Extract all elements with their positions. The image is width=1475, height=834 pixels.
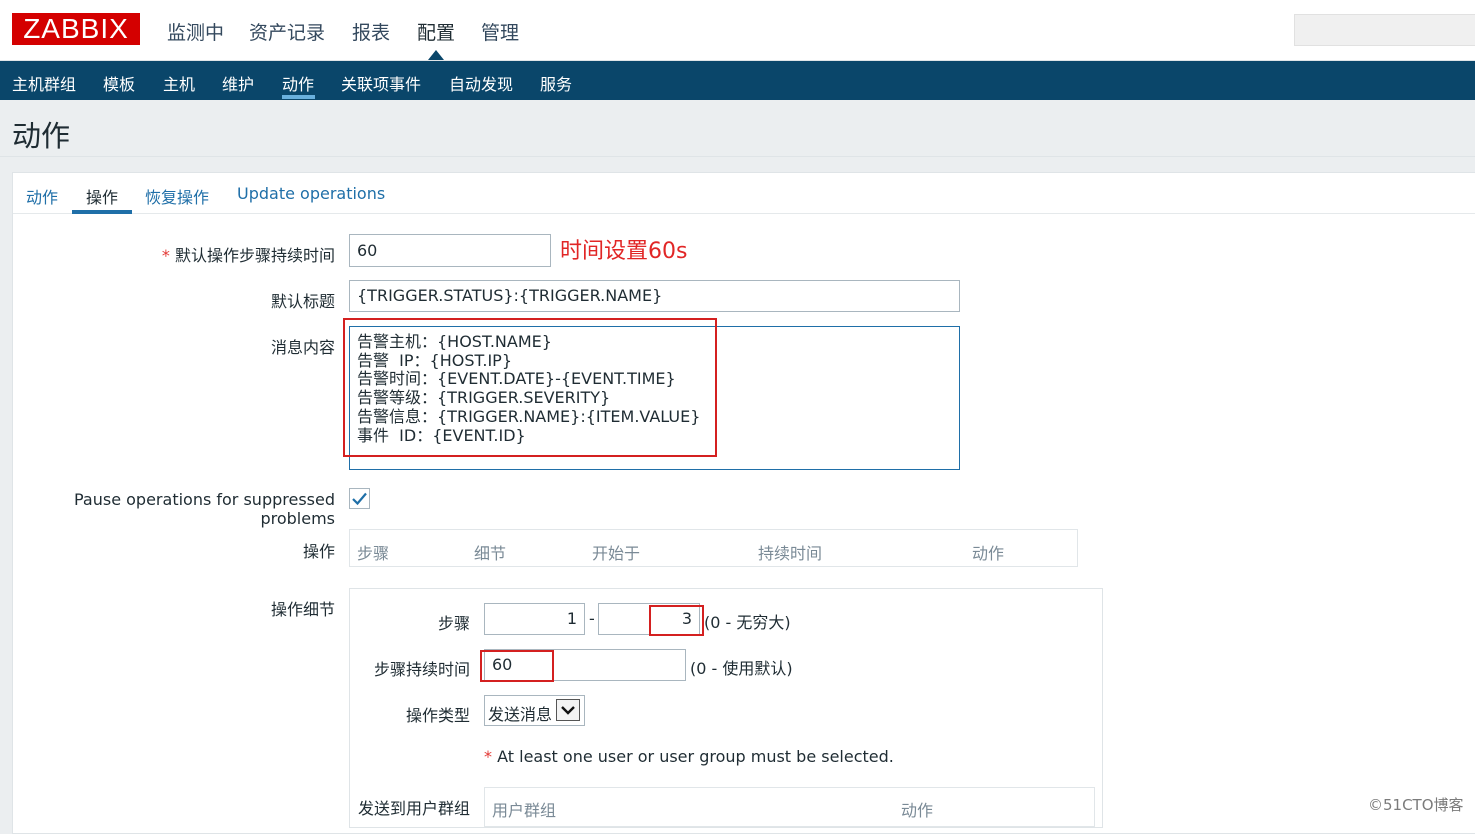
steps-hint: (0 - 无穷大): [704, 613, 791, 632]
operations-label: 操作: [302, 542, 335, 561]
check-icon: [352, 492, 367, 506]
warning-text: At least one user or user group must be …: [497, 747, 894, 766]
step-duration-label-text: 默认操作步骤持续时间: [174, 246, 335, 265]
steps-from-input[interactable]: 1: [484, 603, 585, 635]
pause-checkbox[interactable]: [349, 488, 370, 509]
page-title: 动作: [12, 119, 71, 153]
steps-label: 步骤: [437, 614, 470, 633]
column-header: 动作: [901, 801, 934, 820]
step-duration-input[interactable]: 60: [349, 234, 551, 267]
highlight-box: [480, 650, 554, 682]
send-to-groups-label: 发送到用户群组: [357, 799, 470, 818]
subnav-templates[interactable]: 模板: [103, 71, 135, 95]
required-mark: *: [161, 246, 170, 265]
nav-inventory[interactable]: 资产记录: [249, 18, 325, 45]
pause-label: Pause operations for suppressed problems: [74, 490, 335, 528]
usergroup-table: [484, 787, 1095, 827]
tab-active-underline: [72, 210, 132, 214]
subnav-discovery[interactable]: 自动发现: [449, 71, 513, 95]
dropdown-button[interactable]: [556, 699, 580, 721]
search-input[interactable]: [1294, 14, 1475, 46]
subject-input[interactable]: {TRIGGER.STATUS}:{TRIGGER.NAME}: [349, 280, 960, 312]
column-header: 细节: [474, 544, 507, 563]
step-duration2-hint: (0 - 使用默认): [690, 659, 793, 678]
watermark: ©51CTO博客: [1368, 796, 1464, 814]
tab-action[interactable]: 动作: [26, 184, 58, 208]
highlight-box: [649, 605, 704, 636]
steps-separator: -: [589, 609, 595, 628]
op-type-label: 操作类型: [405, 706, 470, 725]
subnav-services[interactable]: 服务: [540, 71, 572, 95]
step-duration-label: * 默认操作步骤持续时间: [140, 242, 335, 266]
op-detail-label: 操作细节: [270, 600, 335, 619]
tab-recovery-operations[interactable]: 恢复操作: [145, 184, 209, 208]
tabs-divider: [13, 213, 1475, 214]
subnav-maintenance[interactable]: 维护: [222, 71, 254, 95]
subnav-host-groups[interactable]: 主机群组: [12, 71, 76, 95]
subnav-event-correlation[interactable]: 关联项事件: [341, 71, 421, 95]
operations-table: [349, 529, 1078, 567]
chevron-down-icon: [561, 706, 575, 715]
column-header: 步骤: [357, 544, 390, 563]
zabbix-logo[interactable]: ZABBIX: [12, 13, 140, 45]
warning-message: * At least one user or user group must b…: [484, 747, 894, 766]
nav-reports[interactable]: 报表: [352, 18, 390, 45]
step-duration2-label: 步骤持续时间: [373, 660, 470, 679]
nav-administration[interactable]: 管理: [481, 18, 519, 45]
required-mark: *: [484, 747, 492, 766]
column-header: 开始于: [592, 544, 641, 563]
active-nav-indicator: [428, 50, 444, 60]
highlight-box: [343, 318, 717, 457]
nav-configuration[interactable]: 配置: [417, 18, 455, 45]
op-type-value: 发送消息: [488, 705, 553, 724]
column-header: 持续时间: [758, 544, 823, 563]
message-label: 消息内容: [270, 338, 335, 357]
subnav-active-underline: [282, 95, 315, 99]
tab-update-operations[interactable]: Update operations: [237, 184, 385, 203]
nav-monitoring[interactable]: 监测中: [167, 18, 224, 45]
subnav-hosts[interactable]: 主机: [163, 71, 195, 95]
subnav-actions[interactable]: 动作: [282, 71, 314, 95]
annotation-text: 时间设置60s: [560, 239, 688, 264]
column-header: 用户群组: [492, 801, 557, 820]
tab-operations[interactable]: 操作: [86, 184, 118, 208]
subject-label: 默认标题: [270, 292, 335, 311]
column-header: 动作: [972, 544, 1005, 563]
divider: [0, 156, 1475, 157]
